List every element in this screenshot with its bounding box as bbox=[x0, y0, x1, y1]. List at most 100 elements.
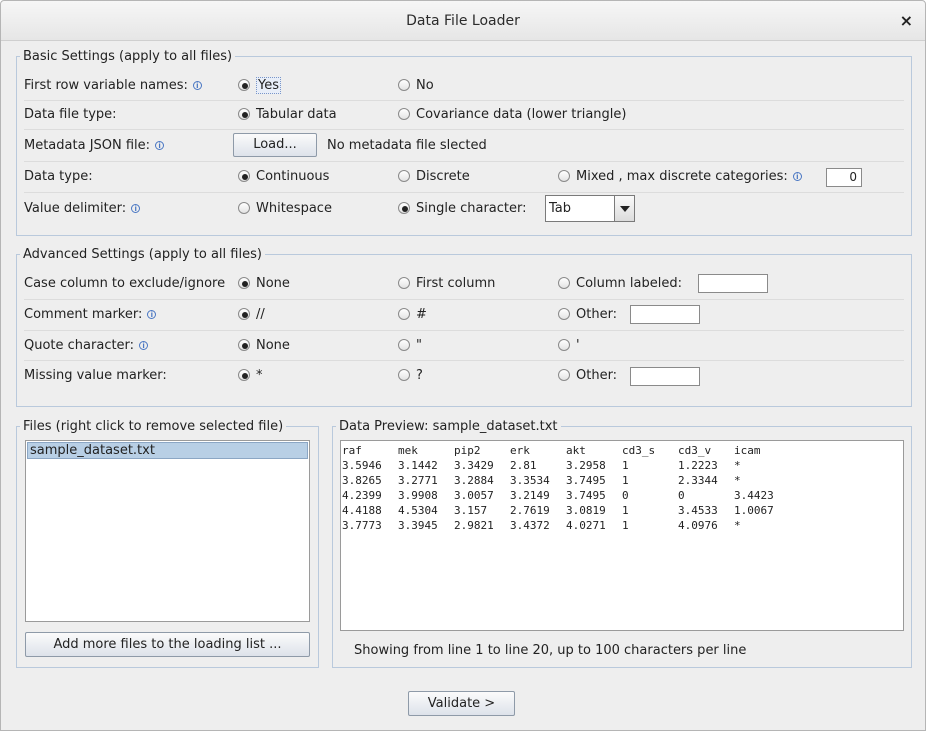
radio-icon bbox=[398, 108, 410, 120]
case-none-radio[interactable]: None bbox=[238, 269, 290, 299]
table-cell: 1.2223 bbox=[678, 459, 718, 472]
radio-selected-icon bbox=[398, 202, 410, 214]
chevron-down-icon[interactable] bbox=[614, 196, 634, 221]
whitespace-radio[interactable]: Whitespace bbox=[238, 193, 332, 225]
comment-marker-label: Comment marker: bbox=[24, 307, 143, 322]
table-cell: 3.4533 bbox=[678, 504, 718, 517]
quote-single-radio[interactable]: ' bbox=[558, 331, 580, 360]
missing-other-radio[interactable]: Other: bbox=[558, 361, 617, 391]
tabular-data-radio[interactable]: Tabular data bbox=[238, 100, 337, 129]
table-cell: 3.7495 bbox=[566, 474, 606, 487]
close-icon[interactable]: × bbox=[900, 1, 913, 41]
table-cell: * bbox=[734, 474, 741, 487]
missing-star-radio[interactable]: * bbox=[238, 361, 263, 391]
info-icon[interactable]: i bbox=[139, 341, 149, 350]
quote-none-radio[interactable]: None bbox=[238, 331, 290, 360]
whitespace-label: Whitespace bbox=[256, 201, 332, 216]
table-cell: 2.7619 bbox=[510, 504, 550, 517]
table-cell: 3.4372 bbox=[510, 519, 550, 532]
table-cell: 3.7495 bbox=[566, 489, 606, 502]
mixed-label: Mixed , max discrete categories: bbox=[576, 169, 788, 184]
info-icon[interactable]: i bbox=[155, 141, 165, 150]
table-cell: 4.0271 bbox=[566, 519, 606, 532]
continuous-label: Continuous bbox=[256, 169, 330, 184]
radio-selected-icon bbox=[238, 339, 250, 351]
table-cell: 3.3945 bbox=[398, 519, 438, 532]
validate-button[interactable]: Validate > bbox=[408, 691, 515, 716]
data-preview-text[interactable]: raf mek pip2 erk akt cd3_s cd3_v icam 3.5946 3.14… bbox=[340, 440, 904, 631]
column-labeled-input[interactable] bbox=[698, 274, 768, 293]
data-preview-legend: Data Preview: sample_dataset.txt bbox=[339, 419, 558, 434]
comment-slashes-label: // bbox=[256, 307, 265, 322]
add-files-button[interactable]: Add more files to the loading list ... bbox=[25, 632, 310, 657]
info-icon[interactable]: i bbox=[131, 204, 141, 213]
files-group: Files (right click to remove selected fi… bbox=[16, 419, 319, 668]
files-list[interactable]: sample_dataset.txt bbox=[25, 440, 310, 622]
case-none-label: None bbox=[256, 276, 290, 291]
list-item[interactable]: sample_dataset.txt bbox=[27, 442, 308, 459]
info-icon[interactable]: i bbox=[192, 81, 202, 90]
missing-star-label: * bbox=[256, 368, 263, 383]
first-column-radio[interactable]: First column bbox=[398, 269, 495, 299]
column-labeled-label: Column labeled: bbox=[576, 276, 682, 291]
comment-other-input[interactable] bbox=[630, 305, 700, 324]
column-labeled-radio[interactable]: Column labeled: bbox=[558, 269, 682, 299]
table-cell: 2.81 bbox=[510, 459, 537, 472]
radio-selected-icon bbox=[238, 277, 250, 289]
case-column-label: Case column to exclude/ignore bbox=[24, 276, 226, 291]
first-row-yes-radio[interactable]: Yes bbox=[238, 71, 281, 100]
first-row-no-label: No bbox=[416, 78, 434, 93]
missing-other-input[interactable] bbox=[630, 367, 700, 386]
tabular-data-label: Tabular data bbox=[256, 107, 337, 122]
radio-selected-icon bbox=[238, 170, 250, 182]
quote-double-radio[interactable]: " bbox=[398, 331, 422, 360]
comment-slashes-radio[interactable]: // bbox=[238, 300, 265, 330]
missing-other-label: Other: bbox=[576, 368, 618, 383]
comment-other-radio[interactable]: Other: bbox=[558, 300, 617, 330]
first-row-no-radio[interactable]: No bbox=[398, 71, 434, 100]
radio-icon bbox=[398, 170, 410, 182]
first-column-label: First column bbox=[416, 276, 496, 291]
max-categories-input[interactable]: 0 bbox=[826, 168, 862, 187]
radio-icon bbox=[558, 308, 570, 320]
data-type-row: Data type: Continuous Discrete Mixed , m… bbox=[24, 162, 904, 193]
first-row-yes-label: Yes bbox=[256, 77, 281, 94]
table-cell: 2.3344 bbox=[678, 474, 718, 487]
radio-selected-icon bbox=[238, 369, 250, 381]
comment-hash-radio[interactable]: # bbox=[398, 300, 427, 330]
quote-none-label: None bbox=[256, 338, 290, 353]
table-cell: 3.0057 bbox=[454, 489, 494, 502]
load-metadata-button[interactable]: Load... bbox=[233, 133, 317, 157]
mixed-radio[interactable]: Mixed , max discrete categories: i bbox=[558, 162, 802, 192]
missing-question-radio[interactable]: ? bbox=[398, 361, 423, 391]
radio-icon bbox=[238, 202, 250, 214]
info-icon[interactable]: i bbox=[147, 310, 157, 319]
table-cell: 4.4188 bbox=[342, 504, 382, 517]
column-header: icam bbox=[734, 444, 761, 457]
table-cell: 1 bbox=[622, 459, 629, 472]
single-character-radio[interactable]: Single character: bbox=[398, 193, 527, 225]
delimiter-label: Value delimiter: bbox=[24, 201, 127, 216]
table-cell: 3.2771 bbox=[398, 474, 438, 487]
data-type-label: Data type: bbox=[24, 169, 93, 184]
continuous-radio[interactable]: Continuous bbox=[238, 162, 329, 192]
delimiter-row: Value delimiter: i Whitespace Single char… bbox=[24, 193, 904, 225]
radio-icon bbox=[398, 308, 410, 320]
covariance-data-radio[interactable]: Covariance data (lower triangle) bbox=[398, 100, 626, 129]
radio-icon bbox=[398, 369, 410, 381]
column-header: raf bbox=[342, 444, 362, 457]
table-row: 4.2399 3.9908 3.0057 3.2149 3.7495 0 0 3.4423 bbox=[342, 488, 790, 503]
discrete-radio[interactable]: Discrete bbox=[398, 162, 470, 192]
preview-table: raf mek pip2 erk akt cd3_s cd3_v icam 3.5946 3.14… bbox=[342, 443, 790, 533]
preview-footer-status: Showing from line 1 to line 20, up to 10… bbox=[354, 643, 747, 658]
info-icon[interactable]: i bbox=[792, 172, 802, 181]
table-cell: 1 bbox=[622, 474, 629, 487]
basic-settings-group: Basic Settings (apply to all files) Firs… bbox=[16, 49, 912, 236]
quote-single-label: ' bbox=[576, 338, 580, 353]
table-cell: 3.2149 bbox=[510, 489, 550, 502]
quote-double-label: " bbox=[416, 338, 422, 353]
delimiter-select[interactable]: Tab bbox=[545, 195, 635, 222]
table-cell: 3.0819 bbox=[566, 504, 606, 517]
radio-selected-icon bbox=[238, 79, 250, 91]
table-cell: 3.2958 bbox=[566, 459, 606, 472]
